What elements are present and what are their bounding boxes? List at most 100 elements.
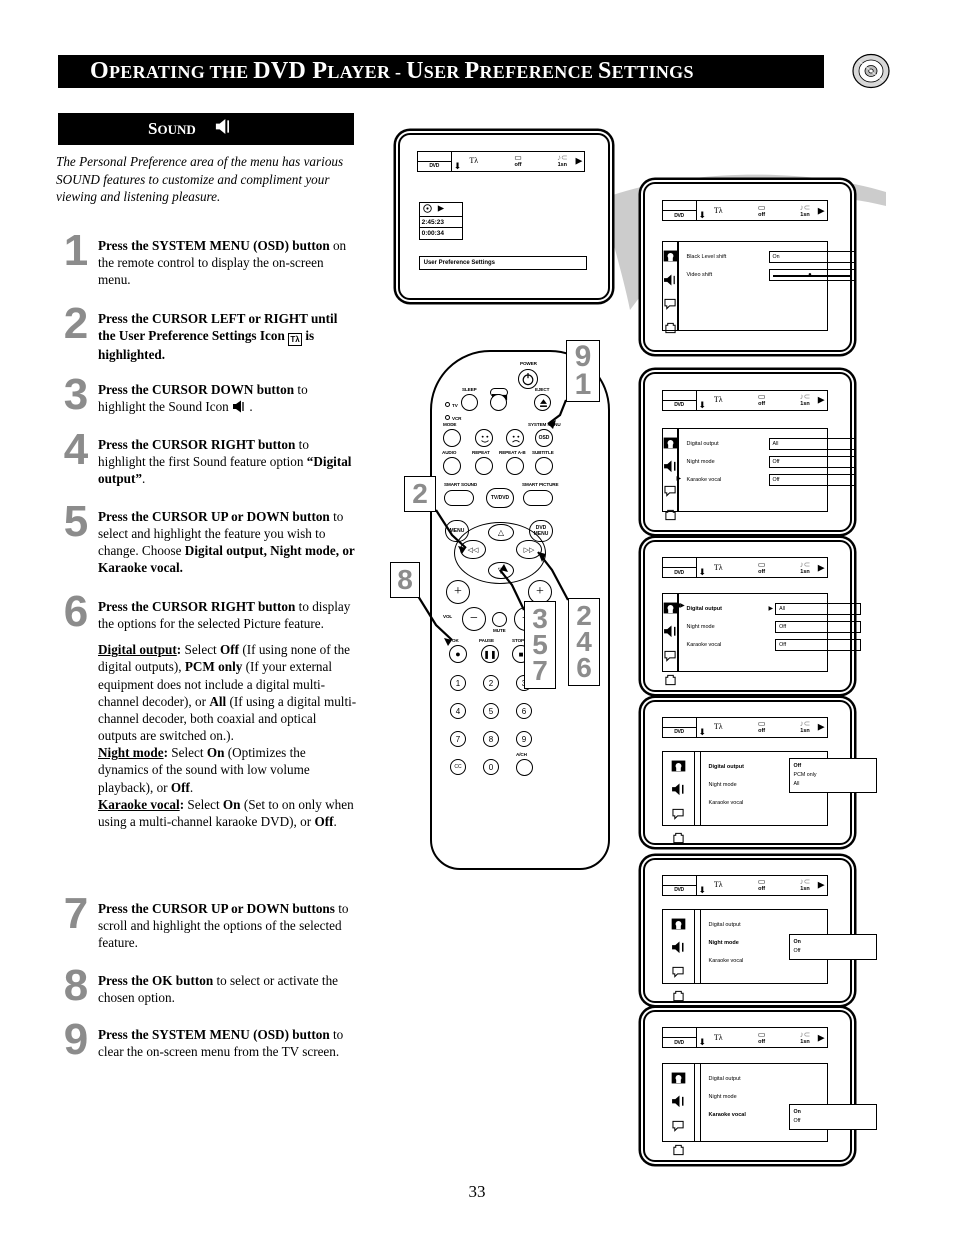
picture-category-icon[interactable] <box>663 601 677 614</box>
language-category-icon[interactable] <box>671 807 685 820</box>
subtitle-button[interactable] <box>535 457 553 475</box>
setting-value[interactable]: Off <box>775 639 862 652</box>
smart-picture-button[interactable] <box>523 490 553 506</box>
setting-row[interactable]: Karaoke vocal <box>709 796 821 810</box>
features-category-icon[interactable] <box>663 673 677 686</box>
power-button[interactable] <box>518 369 538 389</box>
sound-category-icon[interactable] <box>663 625 677 638</box>
setting-value[interactable]: All <box>775 603 862 616</box>
option-item[interactable]: PCM only <box>794 771 876 780</box>
language-category-icon[interactable] <box>663 484 677 497</box>
volume-down-button[interactable]: − <box>462 607 486 631</box>
menubar-item-tv-screen[interactable]: ▭ off <box>740 201 783 220</box>
cursor-down-button[interactable]: ▽ <box>488 562 514 579</box>
option-item[interactable]: On <box>794 938 876 947</box>
setting-row[interactable]: Black Level shift On <box>687 250 855 264</box>
menubar-down-arrow-icon: ⬇ <box>453 160 462 171</box>
menubar-item-tv-screen[interactable]: ▭ off <box>740 1028 783 1047</box>
menubar-item-tv-screen[interactable]: ▭ off <box>740 718 783 737</box>
setting-value[interactable]: On <box>768 251 855 264</box>
ach-label: A/CH <box>516 752 527 757</box>
tv-dvd-button[interactable]: TV/DVD <box>486 488 514 508</box>
language-category-icon[interactable] <box>671 965 685 978</box>
repeat-ab-button-smiley[interactable] <box>506 429 524 447</box>
mode-button[interactable] <box>443 429 461 447</box>
setting-row[interactable]: Night mode ▶ Off <box>687 620 862 634</box>
menubar-item-tv-screen[interactable]: ▭ off <box>740 876 783 895</box>
setting-value[interactable]: Off <box>775 621 862 634</box>
option-item[interactable]: Off <box>794 1117 876 1126</box>
karaoke-vocal-options-popup[interactable]: On Off <box>788 1104 877 1131</box>
key-8[interactable]: 8 <box>483 731 499 747</box>
sound-category-icon[interactable] <box>663 273 677 286</box>
video-shift-slider[interactable]: ● <box>768 269 855 282</box>
key-9[interactable]: 9 <box>516 731 532 747</box>
picture-category-icon[interactable] <box>663 436 677 449</box>
menubar-item-tv-screen[interactable]: ▭ off <box>740 391 783 410</box>
menubar-down-arrow-icon: ⬇ <box>698 884 707 895</box>
cursor-up-button[interactable]: △ <box>488 524 514 541</box>
sound-category-icon[interactable] <box>663 460 677 472</box>
digital-output-options-popup[interactable]: Off PCM only All <box>788 757 877 793</box>
setting-row[interactable]: Night mode <box>709 1090 821 1104</box>
picture-category-icon[interactable] <box>671 917 686 930</box>
key-4[interactable]: 4 <box>450 703 466 719</box>
mute-button[interactable] <box>492 612 507 627</box>
setting-row[interactable]: Karaoke vocal Off <box>687 473 855 487</box>
key-7[interactable]: 7 <box>450 731 466 747</box>
features-category-icon[interactable] <box>663 321 677 334</box>
system-menu-osd-button[interactable]: OSD <box>535 429 553 447</box>
option-item[interactable]: All <box>794 780 876 789</box>
setting-row[interactable]: Digital output All <box>687 437 855 451</box>
key-1[interactable]: 1 <box>450 675 466 691</box>
setting-value[interactable]: Off <box>768 473 855 486</box>
smart-sound-button[interactable] <box>444 490 474 506</box>
picture-category-icon[interactable] <box>663 249 677 262</box>
language-category-icon[interactable] <box>663 297 677 310</box>
sleep-button[interactable] <box>461 394 478 411</box>
option-item[interactable]: On <box>794 1108 876 1117</box>
option-item[interactable]: Off <box>794 762 876 771</box>
features-category-icon[interactable] <box>671 831 685 844</box>
setting-row[interactable]: Video shift ● <box>687 268 855 282</box>
sound-category-icon[interactable] <box>671 783 685 795</box>
setting-row[interactable]: Digital output <box>709 1072 821 1086</box>
night-mode-options-popup[interactable]: On Off <box>788 933 877 960</box>
setting-row[interactable]: Digital output <box>709 918 821 932</box>
key-2[interactable]: 2 <box>483 675 499 691</box>
picture-category-icon[interactable] <box>671 1071 686 1084</box>
sound-category-icon[interactable] <box>671 1095 685 1108</box>
repeat-button[interactable] <box>475 457 493 475</box>
key-6[interactable]: 6 <box>516 703 532 719</box>
pause-button[interactable]: ❚❚ <box>481 645 499 663</box>
setting-row[interactable]: Digital output ▶ All <box>687 602 862 616</box>
cursor-left-button[interactable]: ◁◁ <box>460 540 486 559</box>
key-0[interactable]: 0 <box>483 759 499 775</box>
volume-up-button[interactable]: + <box>446 580 470 604</box>
pip-button[interactable] <box>490 394 507 411</box>
setting-row[interactable]: Night mode Off <box>687 455 855 469</box>
sound-category-icon[interactable] <box>671 941 685 953</box>
audio-button[interactable] <box>443 457 461 475</box>
features-category-icon[interactable] <box>671 1143 685 1156</box>
cursor-right-button[interactable]: ▷▷ <box>516 540 542 559</box>
language-category-icon[interactable] <box>663 649 677 663</box>
eject-button[interactable] <box>534 394 551 411</box>
key-5[interactable]: 5 <box>483 703 499 719</box>
key-cc[interactable]: CC <box>450 759 466 775</box>
menubar-item-tv-screen[interactable]: ▭ off <box>740 558 783 577</box>
setting-value[interactable]: All <box>768 437 855 450</box>
repeat-button-smiley[interactable] <box>475 429 493 447</box>
features-category-icon[interactable] <box>663 508 677 520</box>
menubar-item-tv-screen[interactable]: ▭ off <box>496 152 540 171</box>
repeat-ab-button[interactable] <box>506 457 524 475</box>
ach-button[interactable] <box>516 759 533 776</box>
ok-button[interactable]: ● <box>449 645 467 663</box>
setting-row[interactable]: Karaoke vocal ▶ Off <box>687 638 862 652</box>
setting-value[interactable]: Off <box>768 455 855 468</box>
option-item[interactable]: Off <box>794 947 876 956</box>
picture-category-icon[interactable] <box>671 759 686 772</box>
features-category-icon[interactable] <box>671 989 685 1002</box>
menubar-right-arrow-icon: ▶ <box>575 155 583 166</box>
language-category-icon[interactable] <box>671 1119 685 1133</box>
